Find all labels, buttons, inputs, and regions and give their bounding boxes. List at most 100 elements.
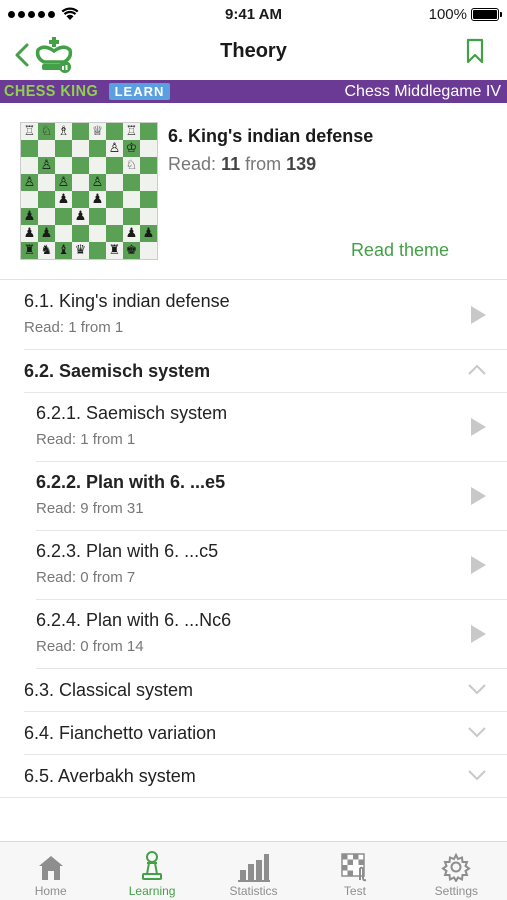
list-item[interactable]: 6.2.2. Plan with 6. ...e5 Read: 9 from 3…: [36, 462, 507, 531]
chess-piece-icon: ♚: [125, 243, 138, 258]
chess-piece-icon: ♖: [125, 124, 138, 139]
tab-statistics[interactable]: Statistics: [203, 842, 304, 900]
board-square: ♞: [38, 242, 55, 259]
board-square: [55, 140, 72, 157]
board-square: ♘: [123, 157, 140, 174]
tab-label: Learning: [128, 884, 176, 898]
play-icon: [471, 487, 486, 505]
board-square: [72, 225, 89, 242]
play-icon: [471, 625, 486, 643]
home-icon: [38, 856, 63, 880]
board-square: ♟: [21, 225, 38, 242]
chess-piece-icon: ♕: [91, 124, 104, 139]
list-item-title: 6.5. Averbakh system: [24, 766, 196, 786]
list-item[interactable]: 6.2.3. Plan with 6. ...c5 Read: 0 from 7: [36, 531, 507, 600]
board-square: ♟: [89, 191, 106, 208]
board-square: ♜: [106, 242, 123, 259]
board-square: [106, 208, 123, 225]
board-square: [140, 174, 157, 191]
board-square: ♙: [38, 157, 55, 174]
list-item-progress: Read: 0 from 7: [36, 569, 136, 586]
board-square: [55, 157, 72, 174]
board-square: ♙: [21, 174, 38, 191]
bookmark-icon[interactable]: [465, 38, 485, 64]
board-square: [38, 191, 55, 208]
board-square: [106, 123, 123, 140]
board-square: ♖: [123, 123, 140, 140]
board-square: [106, 191, 123, 208]
test-board-icon: [341, 853, 367, 882]
chess-piece-icon: ♟: [74, 209, 87, 224]
board-square: [72, 140, 89, 157]
board-square: [89, 225, 106, 242]
tab-label: Statistics: [229, 884, 278, 898]
board-square: [140, 157, 157, 174]
list-item-progress: Read: 1 from 1: [36, 431, 136, 448]
chess-piece-icon: ♟: [23, 209, 36, 224]
list-item[interactable]: 6.1. King's indian defense Read: 1 from …: [24, 281, 507, 350]
board-square: [140, 191, 157, 208]
tab-test[interactable]: Test: [304, 842, 405, 900]
chess-piece-icon: ♟: [91, 192, 104, 207]
board-square: [106, 174, 123, 191]
board-square: [55, 208, 72, 225]
tab-learning[interactable]: Learning: [101, 842, 202, 900]
battery-icon: [471, 7, 502, 21]
board-square: ♔: [123, 140, 140, 157]
chess-piece-icon: ♜: [108, 243, 121, 258]
list-item-group[interactable]: 6.2. Saemisch system: [24, 350, 507, 393]
tab-label: Test: [343, 884, 366, 898]
chess-piece-icon: ♗: [57, 124, 70, 139]
board-square: [140, 242, 157, 259]
board-square: ♙: [106, 140, 123, 157]
board-square: [140, 208, 157, 225]
chess-piece-icon: ♟: [23, 226, 36, 241]
navigation-bar: Theory: [0, 28, 507, 78]
board-square: [123, 191, 140, 208]
play-icon: [471, 306, 486, 324]
tab-settings[interactable]: Settings: [406, 842, 507, 900]
board-square: ♕: [89, 123, 106, 140]
wifi-icon: [61, 7, 79, 20]
board-square: [21, 157, 38, 174]
board-square: ♖: [21, 123, 38, 140]
theme-header: ♖ ♘ ♗ ♕ ♖ ♙ ♔ ♙ ♘ ♙ ♙ ♙ ♟ ♟ ♟ ♟ ♟ ♟ ♟ ♟ ♜ ♞ ♝ ♛ ♜ ♚ 6. King's ind…: [0, 104, 507, 280]
course-banner: CHESS KING LEARN Chess Middlegame IV: [0, 80, 507, 103]
list-item[interactable]: 6.2.1. Saemisch system Read: 1 from 1: [36, 393, 507, 462]
page-title: Theory: [220, 40, 287, 62]
read-prefix: Read:: [168, 154, 217, 174]
chess-piece-icon: ♞: [40, 243, 53, 258]
chess-piece-icon: ♟: [125, 226, 138, 241]
list-item-title: 6.4. Fianchetto variation: [24, 723, 217, 743]
list-item-title: 6.2.3. Plan with 6. ...c5: [36, 541, 219, 561]
chevron-down-icon: [468, 770, 486, 781]
list-item-progress: Read: 1 from 1: [24, 319, 124, 336]
battery-percent: 100%: [428, 5, 467, 23]
read-mid: from: [245, 154, 282, 174]
board-square: [55, 225, 72, 242]
read-total: 139: [286, 154, 317, 174]
board-square: ♙: [89, 174, 106, 191]
play-icon: [471, 418, 486, 436]
board-square: [72, 174, 89, 191]
play-icon: [471, 556, 486, 574]
board-square: ♟: [140, 225, 157, 242]
read-theme-button[interactable]: Read theme: [351, 240, 449, 261]
chess-piece-icon: ♟: [40, 226, 53, 241]
list-item-group[interactable]: 6.3. Classical system: [24, 669, 507, 712]
board-square: ♝: [55, 242, 72, 259]
tab-bar: Home Learning Statistics Test Settings: [0, 841, 507, 900]
tab-home[interactable]: Home: [0, 842, 101, 900]
list-item-progress: Read: 9 from 31: [36, 500, 144, 517]
board-square: [106, 157, 123, 174]
board-square: ♜: [21, 242, 38, 259]
chess-piece-icon: ♛: [74, 243, 87, 258]
list-item-title: 6.2.4. Plan with 6. ...Nc6: [36, 610, 232, 630]
list-item-group[interactable]: 6.5. Averbakh system: [0, 755, 507, 798]
list-item[interactable]: 6.2.4. Plan with 6. ...Nc6 Read: 0 from …: [36, 600, 507, 669]
chess-piece-icon: ♟: [142, 226, 155, 241]
chess-piece-icon: ♙: [57, 175, 70, 190]
board-square: [89, 157, 106, 174]
chess-piece-icon: ♔: [125, 141, 138, 156]
list-item-group[interactable]: 6.4. Fianchetto variation: [24, 712, 507, 755]
